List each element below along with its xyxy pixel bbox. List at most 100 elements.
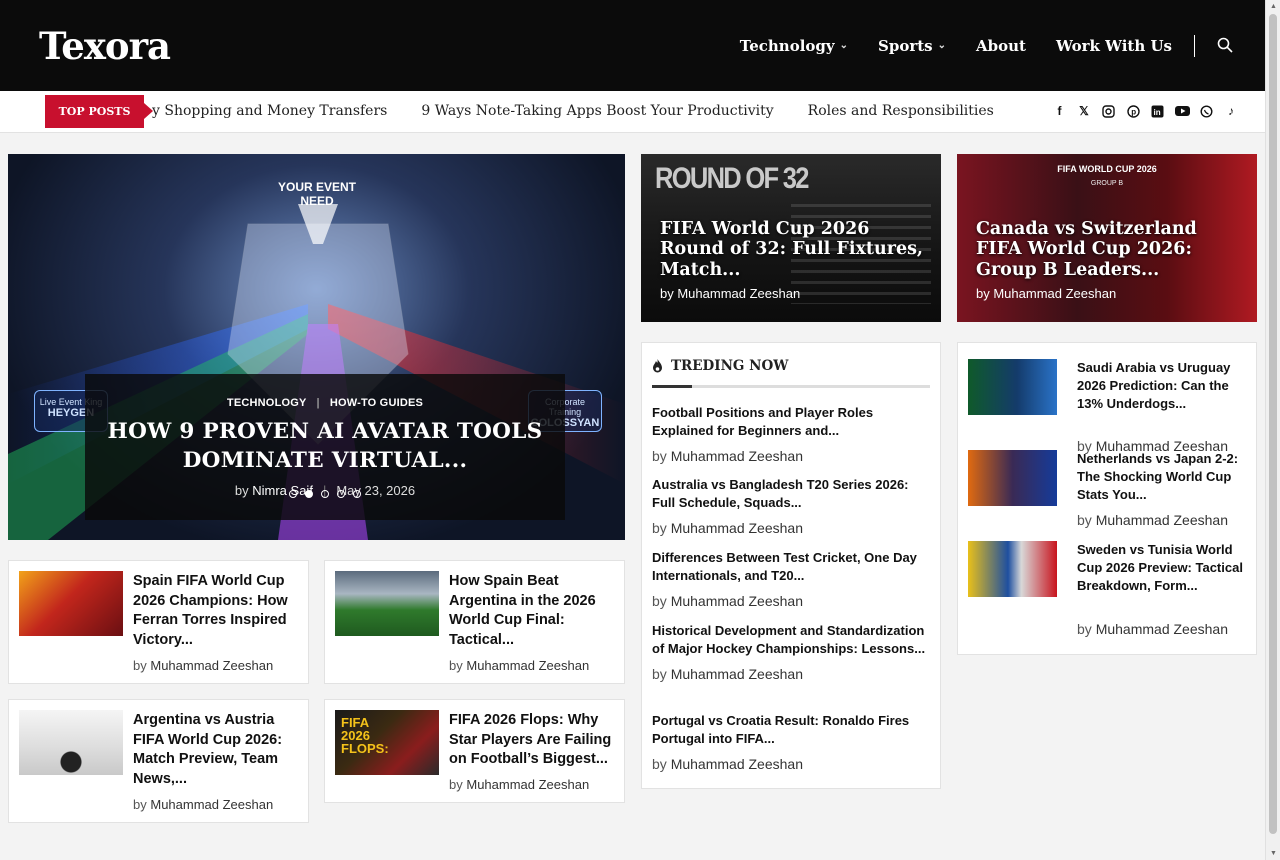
trending-title[interactable]: Portugal vs Croatia Result: Ronaldo Fire… (652, 712, 932, 748)
trending-item[interactable]: Australia vs Bangladesh T20 Series 2026:… (652, 476, 932, 536)
top-posts-ticker: TOP POSTS y Shopping and Money Transfers… (0, 91, 1265, 133)
post-thumbnail[interactable] (968, 541, 1057, 597)
by-label: by (652, 448, 667, 464)
youtube-icon[interactable] (1174, 103, 1190, 119)
nav-item-label: About (976, 36, 1026, 55)
slider-dot[interactable] (353, 490, 361, 498)
post-byline: by Muhammad Zeeshan (1077, 621, 1228, 637)
hero-caption: TECHNOLOGY | HOW-TO GUIDES HOW 9 PROVEN AI… (85, 374, 565, 520)
category-link[interactable]: HOW-TO GUIDES (330, 397, 423, 409)
trending-heading: TREDING NOW (652, 358, 930, 374)
featured-card[interactable]: ROUND OF 32 FIFA World Cup 2026 Round of… (641, 154, 941, 322)
featured-title[interactable]: FIFA World Cup 2026 Round of 32: Full Fi… (660, 219, 927, 281)
hero-categories: TECHNOLOGY | HOW-TO GUIDES (85, 397, 565, 409)
author-link[interactable]: Muhammad Zeeshan (671, 593, 803, 609)
post-thumbnail[interactable] (19, 571, 123, 636)
post-byline: by Muhammad Zeeshan (449, 658, 589, 673)
post-card[interactable]: Argentina vs Austria FIFA World Cup 2026… (8, 699, 309, 823)
post-card[interactable]: Spain FIFA World Cup 2026 Champions: How… (8, 560, 309, 684)
author-link[interactable]: Muhammad Zeeshan (671, 520, 803, 536)
instagram-icon[interactable] (1101, 103, 1117, 119)
nav-item-technology[interactable]: Technology ⌄ (740, 37, 848, 55)
post-byline: by Muhammad Zeeshan (133, 658, 273, 673)
author-link[interactable]: Muhammad Zeeshan (671, 756, 803, 772)
post-thumbnail[interactable] (19, 710, 123, 775)
post-title[interactable]: FIFA 2026 Flops: Why Star Players Are Fa… (449, 711, 619, 770)
featured-byline[interactable]: by Muhammad Zeeshan (976, 286, 1116, 301)
svg-text:in: in (1154, 108, 1161, 117)
by-label: by (449, 658, 463, 673)
trending-title[interactable]: Australia vs Bangladesh T20 Series 2026:… (652, 476, 932, 512)
nav-item-about[interactable]: About (976, 37, 1026, 55)
post-thumbnail[interactable] (968, 359, 1057, 415)
by-label: by (449, 777, 463, 792)
featured-card[interactable]: FIFA WORLD CUP 2026 GROUP B Canada vs Sw… (957, 154, 1257, 322)
post-thumbnail[interactable] (968, 450, 1057, 506)
sidebar-post-list: Saudi Arabia vs Uruguay 2026 Prediction:… (957, 342, 1257, 655)
post-byline: by Muhammad Zeeshan (133, 797, 273, 812)
pinterest-icon[interactable]: p (1125, 103, 1141, 119)
by-label: by (652, 756, 667, 772)
trending-title[interactable]: Historical Development and Standardizati… (652, 622, 932, 658)
author-link[interactable]: Muhammad Zeeshan (150, 658, 273, 673)
ticker-link[interactable]: Roles and Responsibilities of Cri (808, 103, 995, 119)
hero-image-caption: YOUR EVENT NEED (278, 180, 356, 208)
trending-item[interactable]: Differences Between Test Cricket, One Da… (652, 549, 932, 609)
category-link[interactable]: TECHNOLOGY (227, 397, 307, 409)
author-link[interactable]: Muhammad Zeeshan (466, 777, 589, 792)
author-link[interactable]: Muhammad Zeeshan (1096, 512, 1228, 528)
author-link[interactable]: Muhammad Zeeshan (150, 797, 273, 812)
slider-dot[interactable] (305, 490, 313, 498)
featured-title[interactable]: Canada vs Switzerland FIFA World Cup 202… (976, 219, 1243, 281)
by-label: by (1077, 512, 1092, 528)
trending-title[interactable]: Differences Between Test Cricket, One Da… (652, 549, 932, 585)
author-link[interactable]: Muhammad Zeeshan (1096, 621, 1228, 637)
post-card[interactable]: How Spain Beat Argentina in the 2026 Wor… (324, 560, 625, 684)
linkedin-icon[interactable]: in (1150, 103, 1166, 119)
site-logo[interactable]: Texora (39, 24, 171, 68)
nav-item-sports[interactable]: Sports ⌄ (878, 37, 946, 55)
page-scrollbar[interactable]: ▲ ▼ (1265, 0, 1280, 860)
whatsapp-icon[interactable] (1199, 103, 1215, 119)
trending-item[interactable]: Portugal vs Croatia Result: Ronaldo Fire… (652, 712, 932, 772)
post-thumbnail[interactable] (335, 571, 439, 636)
slider-dots (85, 490, 565, 498)
search-icon[interactable] (1217, 37, 1235, 55)
post-byline: by Muhammad Zeeshan (449, 777, 589, 792)
trending-byline: by Muhammad Zeeshan (652, 666, 932, 682)
slider-dot[interactable] (337, 490, 345, 498)
facebook-icon[interactable]: f (1052, 103, 1068, 119)
slider-dot[interactable] (321, 490, 329, 498)
trending-title[interactable]: Football Positions and Player Roles Expl… (652, 404, 932, 440)
author-link[interactable]: Muhammad Zeeshan (466, 658, 589, 673)
post-title[interactable]: Argentina vs Austria FIFA World Cup 2026… (133, 711, 303, 789)
x-icon[interactable]: 𝕏 (1076, 103, 1092, 119)
svg-text:p: p (1131, 107, 1136, 116)
tiktok-icon[interactable]: ♪ (1223, 103, 1239, 119)
featured-byline[interactable]: by Muhammad Zeeshan (660, 286, 800, 301)
post-title[interactable]: Saudi Arabia vs Uruguay 2026 Prediction:… (1077, 359, 1249, 413)
author-link[interactable]: Muhammad Zeeshan (671, 666, 803, 682)
post-title[interactable]: Netherlands vs Japan 2-2: The Shocking W… (1077, 450, 1249, 504)
nav-divider (1194, 34, 1195, 57)
scroll-down-icon[interactable]: ▼ (1270, 850, 1277, 857)
post-thumbnail[interactable]: FIFA 2026 FLOPS: (335, 710, 439, 775)
nav-item-work-with-us[interactable]: Work With Us (1056, 37, 1172, 55)
author-link[interactable]: Muhammad Zeeshan (671, 448, 803, 464)
scroll-up-icon[interactable]: ▲ (1270, 3, 1277, 10)
ticker-link[interactable]: 9 Ways Note-Taking Apps Boost Your Produ… (421, 103, 773, 119)
hero-slider[interactable]: YOUR EVENT NEED Live Event King HEYGEN Co… (8, 154, 625, 540)
slider-dot[interactable] (289, 490, 297, 498)
hero-title[interactable]: HOW 9 PROVEN AI AVATAR TOOLS DOMINATE VI… (85, 417, 565, 475)
post-card[interactable]: FIFA 2026 FLOPS: FIFA 2026 Flops: Why St… (324, 699, 625, 803)
post-title[interactable]: Sweden vs Tunisia World Cup 2026 Preview… (1077, 541, 1249, 595)
ticker-link[interactable]: y Shopping and Money Transfers (152, 103, 387, 119)
trending-item[interactable]: Historical Development and Standardizati… (652, 622, 932, 682)
scrollbar-thumb[interactable] (1269, 14, 1277, 834)
trending-item[interactable]: Football Positions and Player Roles Expl… (652, 404, 932, 464)
category-separator: | (316, 397, 320, 409)
post-title[interactable]: Spain FIFA World Cup 2026 Champions: How… (133, 572, 303, 650)
thumbnail-text: FIFA 2026 FLOPS: (341, 715, 389, 756)
post-title[interactable]: How Spain Beat Argentina in the 2026 Wor… (449, 572, 619, 650)
ticker-window: y Shopping and Money Transfers 9 Ways Not… (152, 91, 995, 133)
